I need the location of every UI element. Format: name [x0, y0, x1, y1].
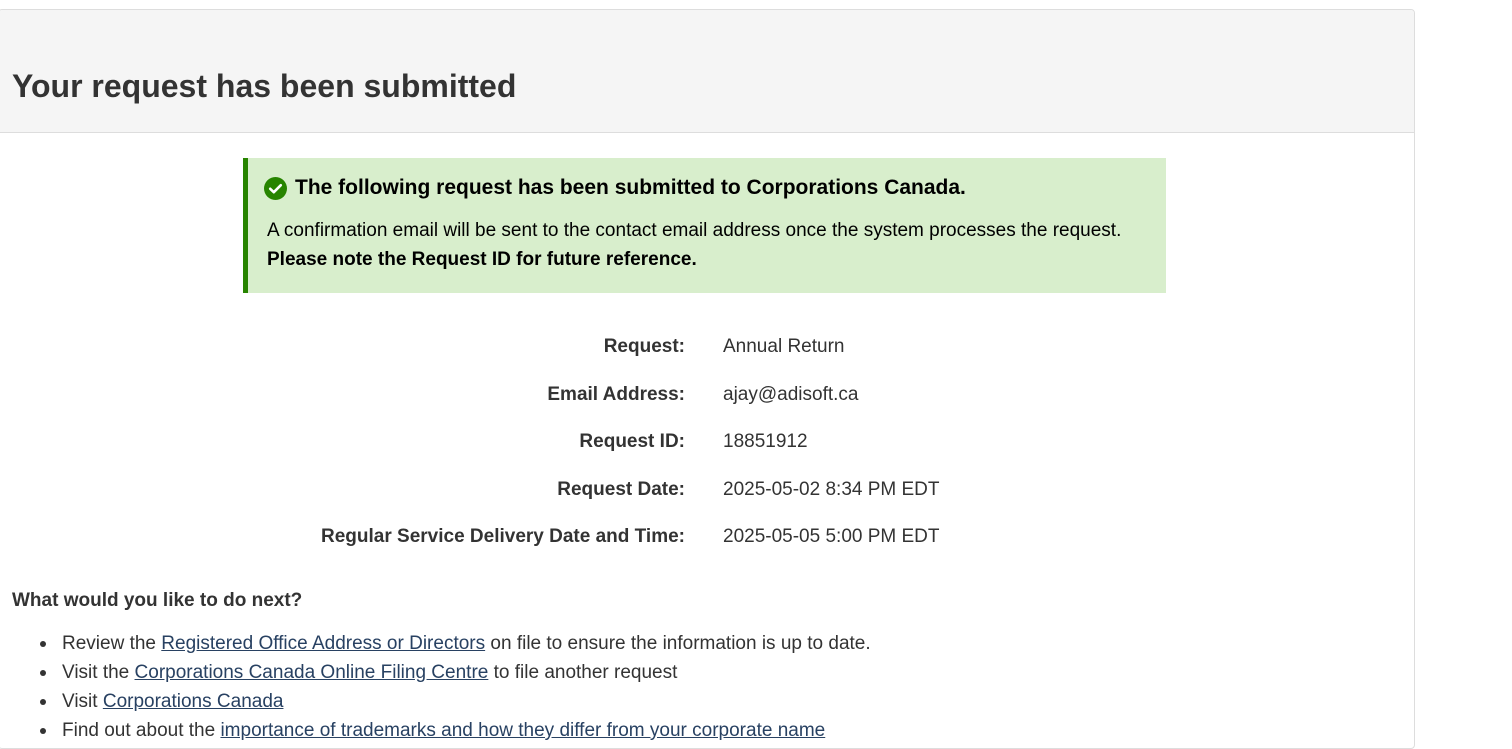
detail-value: 2025-05-02 8:34 PM EDT — [723, 479, 940, 500]
detail-label: Request ID: — [579, 431, 685, 452]
alert-heading: The following request has been submitted… — [264, 174, 966, 202]
detail-row-email: Email Address: ajay@adisoft.ca — [0, 380, 1099, 410]
list-item-text: Visit — [62, 691, 103, 712]
detail-row-delivery-date: Regular Service Delivery Date and Time: … — [0, 522, 1099, 552]
alert-heading-text: The following request has been submitted… — [295, 176, 966, 199]
detail-label: Email Address: — [547, 384, 685, 405]
alert-body: A confirmation email will be sent to the… — [267, 216, 1147, 274]
list-item: Review the Registered Office Address or … — [40, 629, 1362, 658]
detail-label: Request: — [603, 336, 685, 357]
detail-value: 2025-05-05 5:00 PM EDT — [723, 526, 940, 547]
list-item: Visit the Corporations Canada Online Fil… — [40, 658, 1362, 687]
detail-value: Annual Return — [723, 336, 845, 357]
check-circle-icon — [264, 176, 287, 200]
panel-heading: Your request has been submitted — [0, 10, 1414, 133]
list-item-text: on file to ensure the information is up … — [485, 633, 871, 654]
success-alert: The following request has been submitted… — [243, 158, 1166, 293]
list-item-text: Review the — [62, 633, 162, 654]
detail-label: Regular Service Delivery Date and Time: — [321, 526, 685, 547]
list-item: Visit Corporations Canada — [40, 687, 1362, 716]
alert-body-text: A confirmation email will be sent to the… — [267, 220, 1122, 241]
confirmation-panel: Your request has been submitted The foll… — [0, 9, 1415, 749]
online-filing-centre-link[interactable]: Corporations Canada Online Filing Centre — [135, 662, 489, 683]
detail-value: ajay@adisoft.ca — [723, 384, 859, 405]
detail-label: Request Date: — [557, 479, 685, 500]
list-item-text: to file another request — [488, 662, 678, 683]
detail-value: 18851912 — [723, 431, 808, 452]
next-steps-list: Review the Registered Office Address or … — [12, 629, 1362, 745]
page-title: Your request has been submitted — [12, 68, 517, 104]
alert-body-bold: Please note the Request ID for future re… — [267, 249, 697, 270]
list-item-text: Visit the — [62, 662, 135, 683]
corporations-canada-link[interactable]: Corporations Canada — [103, 691, 284, 712]
detail-row-request-date: Request Date: 2025-05-02 8:34 PM EDT — [0, 475, 1099, 505]
next-steps-heading: What would you like to do next? — [12, 590, 303, 611]
detail-row-request-id: Request ID: 18851912 — [0, 427, 1099, 457]
registered-office-link[interactable]: Registered Office Address or Directors — [161, 633, 485, 654]
detail-row-request: Request: Annual Return — [0, 332, 1099, 362]
